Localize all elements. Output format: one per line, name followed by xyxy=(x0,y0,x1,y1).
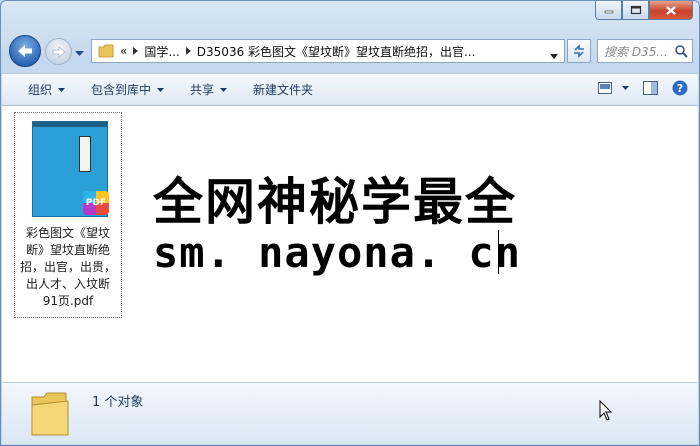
address-dropdown[interactable] xyxy=(550,48,558,62)
help-button[interactable]: ? xyxy=(672,80,688,96)
address-bar[interactable]: « 国学... D35036 彩色图文《望坟断》望坟直断绝招，出官... xyxy=(91,39,565,63)
command-bar: 组织 包含到库中 共享 新建文件夹 ? xyxy=(2,73,698,106)
organize-label: 组织 xyxy=(28,83,53,97)
chevron-down-icon xyxy=(220,87,228,92)
include-in-library-menu[interactable]: 包含到库中 xyxy=(91,81,165,98)
text-caret xyxy=(498,230,499,274)
forward-button[interactable] xyxy=(45,38,72,65)
recent-pages-dropdown[interactable] xyxy=(75,46,84,60)
search-icon[interactable] xyxy=(674,44,688,58)
help-icon: ? xyxy=(672,80,688,96)
navigation-bar: « 国学... D35036 彩色图文《望坟断》望坟直断绝招，出官... 搜索 … xyxy=(9,35,693,67)
cover-title-label xyxy=(79,136,91,172)
breadcrumb-separator-1[interactable] xyxy=(133,45,139,58)
maximize-icon xyxy=(630,5,641,15)
close-icon xyxy=(666,5,676,15)
organize-menu[interactable]: 组织 xyxy=(28,81,66,98)
file-name[interactable]: 彩色图文《望坟 断》望坟直断绝 招，出官，出贵， 出人才、入坟断 91页.pdf xyxy=(15,225,121,310)
watermark-banner: 全网神秘学最全 sm. nayona. cn xyxy=(149,162,554,284)
details-pane: 1 个对象 xyxy=(2,382,698,444)
chevron-down-icon xyxy=(157,87,165,92)
banner-line-1: 全网神秘学最全 xyxy=(153,173,517,231)
pdf-icon: PDF xyxy=(83,191,109,215)
chevron-right-icon xyxy=(185,46,191,55)
chevron-down-icon xyxy=(75,51,84,56)
arrow-left-icon xyxy=(18,45,32,57)
back-button[interactable] xyxy=(9,35,41,67)
file-name-line: 出人才、入坟断 xyxy=(25,277,110,291)
file-list[interactable]: PDF 彩色图文《望坟 断》望坟直断绝 招，出官，出贵， 出人才、入坟断 91页… xyxy=(2,106,698,382)
arrow-right-icon xyxy=(52,45,66,58)
search-input[interactable]: 搜索 D35... xyxy=(604,43,668,60)
explorer-window: « 国学... D35036 彩色图文《望坟断》望坟直断绝招，出官... 搜索 … xyxy=(0,0,700,446)
view-controls: ? xyxy=(584,80,688,96)
file-name-line: 招，出官，出贵， xyxy=(19,260,116,274)
cover-strip xyxy=(33,122,107,127)
breadcrumb-item[interactable]: 国学... xyxy=(144,43,179,60)
item-count: 1 个对象 xyxy=(92,395,144,410)
share-label: 共享 xyxy=(190,83,215,97)
refresh-icon xyxy=(574,44,584,58)
folder-icon xyxy=(31,392,69,436)
include-library-label: 包含到库中 xyxy=(91,83,152,97)
chevron-down-icon xyxy=(550,54,558,59)
breadcrumb-separator-2[interactable] xyxy=(185,45,191,58)
minimize-icon xyxy=(604,10,613,14)
chevron-right-icon xyxy=(133,46,139,55)
view-icon xyxy=(598,82,612,94)
mouse-cursor-icon xyxy=(599,400,613,421)
search-box[interactable]: 搜索 D35... xyxy=(597,39,693,63)
minimize-button[interactable] xyxy=(595,1,622,20)
new-folder-label: 新建文件夹 xyxy=(253,83,314,97)
svg-text:?: ? xyxy=(677,82,683,95)
banner-line-2: sm. nayona. cn xyxy=(153,228,522,277)
file-name-line: 断》望坟直断绝 xyxy=(25,243,110,257)
share-menu[interactable]: 共享 xyxy=(190,81,228,98)
chevron-down-icon xyxy=(58,87,66,92)
preview-pane-icon xyxy=(643,81,658,95)
file-name-line: 91页.pdf xyxy=(42,294,94,308)
file-name-line: 彩色图文《望坟 xyxy=(25,226,110,240)
chevron-down-icon xyxy=(622,86,629,90)
new-folder-button[interactable]: 新建文件夹 xyxy=(253,81,313,98)
caption-buttons xyxy=(595,1,693,20)
view-options-button[interactable] xyxy=(598,82,629,94)
breadcrumb-item-current[interactable]: D35036 彩色图文《望坟断》望坟直断绝招，出官... xyxy=(197,43,476,60)
refresh-button[interactable] xyxy=(567,39,591,63)
folder-icon xyxy=(98,44,114,58)
preview-pane-button[interactable] xyxy=(643,81,658,95)
address-overflow[interactable]: « xyxy=(120,44,127,58)
close-button[interactable] xyxy=(649,1,693,20)
file-item-pdf[interactable]: PDF 彩色图文《望坟 断》望坟直断绝 招，出官，出贵， 出人才、入坟断 91页… xyxy=(14,112,122,318)
maximize-button[interactable] xyxy=(622,1,649,20)
